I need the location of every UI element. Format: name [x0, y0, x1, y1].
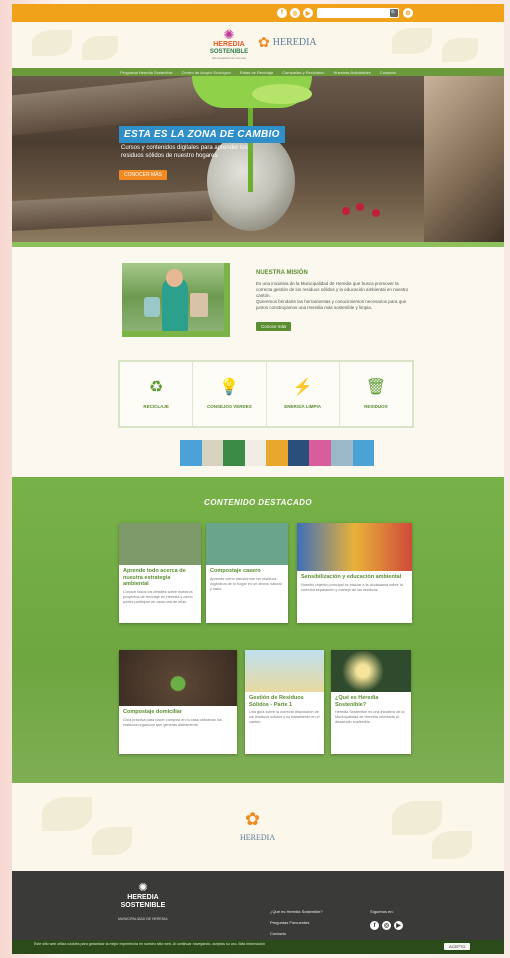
lightbulb-icon: 💡 — [219, 379, 240, 396]
page: f ◎ ▶ 🔍 ⚙ ✺ HEREDIA SOSTENIBLE Municipal… — [12, 4, 504, 954]
card-image — [297, 523, 412, 571]
hero-subtitle: Cursos y contenidos digitales para apren… — [121, 145, 248, 159]
flower-icon: ✿ — [258, 34, 270, 50]
facebook-icon[interactable]: f — [277, 8, 287, 18]
heredia-logo[interactable]: ✿ HEREDIA — [258, 34, 317, 51]
featured-card[interactable]: Gestión de Residuos Sólidos - Parte 1 Un… — [245, 650, 324, 754]
settings-icon[interactable]: ⚙ — [403, 8, 413, 18]
nav-item-programa[interactable]: Programa Heredia Sostenible — [120, 70, 172, 75]
mission-heading: NUESTRA MISIÓN — [256, 270, 308, 276]
card-image — [206, 523, 288, 565]
card-image — [119, 523, 201, 565]
cookie-accept-button[interactable]: ACEPTO — [444, 943, 471, 950]
bin-icon: 🗑 — [365, 379, 387, 396]
footer-link-contacto[interactable]: Contacto — [270, 931, 322, 936]
footer-brand-logo[interactable]: ✺ HEREDIA SOSTENIBLE — [118, 881, 168, 910]
hero-banner: ESTA ES LA ZONA DE CAMBIO Cursos y conte… — [12, 76, 504, 242]
hero-title: ESTA ES LA ZONA DE CAMBIO — [119, 126, 285, 143]
footer-heredia-logo[interactable]: HEREDIA — [240, 833, 275, 842]
feature-waste[interactable]: 🗑 RESIDUOS — [340, 362, 412, 426]
instagram-icon[interactable]: ◎ — [382, 921, 391, 930]
footer-tagline: MUNICIPALIDAD DE HEREDIA — [118, 917, 168, 921]
featured-card[interactable]: ¿Qué es Heredia Sostenible? Heredia Sost… — [331, 650, 411, 754]
burst-icon: ✺ — [223, 27, 235, 42]
heredia-sostenible-logo[interactable]: ✺ HEREDIA SOSTENIBLE Municipalidad de He… — [204, 28, 254, 64]
nav-item-centro-acopio[interactable]: Centro de Acopio Ecológico — [182, 70, 231, 75]
instagram-icon[interactable]: ◎ — [290, 8, 300, 18]
footer-logo-area: ✿ HEREDIA — [12, 783, 504, 871]
mission-text-1: Es una iniciativa de la Municipalidad de… — [256, 281, 409, 298]
search-input[interactable] — [317, 8, 399, 18]
nav-item-contacto[interactable]: Contacto — [380, 70, 396, 75]
feature-tips[interactable]: 💡 CONSEJOS VERDES — [193, 362, 267, 426]
search-icon[interactable]: 🔍 — [390, 9, 398, 17]
recycle-icon: ♻ — [148, 379, 164, 396]
featured-card[interactable]: Compostaje casero Aprende cómo transform… — [206, 523, 288, 623]
footer-link-que-es[interactable]: ¿Qué es Heredia Sostenible? — [270, 909, 322, 914]
feature-recycle[interactable]: ♻ RECICLAJE — [120, 362, 194, 426]
header: ✺ HEREDIA SOSTENIBLE Municipalidad de He… — [12, 22, 504, 68]
top-bar: f ◎ ▶ 🔍 ⚙ — [12, 4, 504, 22]
mission-photo — [122, 263, 230, 337]
nav-item-rutas[interactable]: Rutas de Reciclaje — [240, 70, 273, 75]
featured-card[interactable]: Sensibilización y educación ambiental Nu… — [297, 523, 412, 623]
footer-social-icons: f ◎ ▶ — [370, 921, 403, 930]
featured-card[interactable]: Compostaje domiciliar Guía práctica para… — [119, 650, 237, 754]
youtube-icon[interactable]: ▶ — [394, 921, 403, 930]
footer-links: ¿Qué es Heredia Sostenible? Preguntas Fr… — [270, 909, 322, 936]
mission-text-2: Queremos brindarte las herramientas y co… — [256, 299, 407, 310]
mission-section: NUESTRA MISIÓN Es una iniciativa de la M… — [12, 247, 504, 354]
burst-icon: ✺ — [138, 882, 148, 894]
youtube-icon[interactable]: ▶ — [303, 8, 313, 18]
mission-button[interactable]: Conoce más — [256, 322, 292, 331]
nav-item-actividades[interactable]: Nuestras Actividades — [333, 70, 370, 75]
cookie-message: Este sitio web utiliza cookies para gara… — [34, 942, 265, 946]
recycling-banner[interactable] — [180, 440, 374, 466]
hero-cta-button[interactable]: CONOCER MÁS — [119, 170, 167, 180]
energy-icon: ⚡ — [292, 379, 313, 396]
social-icons: f ◎ ▶ — [277, 8, 313, 18]
footer-link-faq[interactable]: Preguntas Frecuentes — [270, 920, 322, 925]
flower-icon: ✿ — [245, 809, 261, 829]
cookie-banner: Este sitio web utiliza cookies para gara… — [12, 940, 504, 954]
follow-label: Síguenos en: — [370, 909, 394, 914]
card-image — [245, 650, 324, 692]
facebook-icon[interactable]: f — [370, 921, 379, 930]
features-box: ♻ RECICLAJE 💡 CONSEJOS VERDES ⚡ ENERGÍA … — [118, 360, 414, 428]
featured-card[interactable]: Aprende todo acerca de nuestra estrategi… — [119, 523, 201, 623]
main-nav: Programa Heredia Sostenible Centro de Ac… — [12, 68, 504, 76]
card-image — [119, 650, 237, 706]
featured-heading: CONTENIDO DESTACADO — [204, 498, 312, 507]
card-image — [331, 650, 411, 692]
nav-item-campanas[interactable]: Campañas y Reciclatón — [282, 70, 324, 75]
feature-energy[interactable]: ⚡ ENERGÍA LIMPIA — [267, 362, 340, 426]
